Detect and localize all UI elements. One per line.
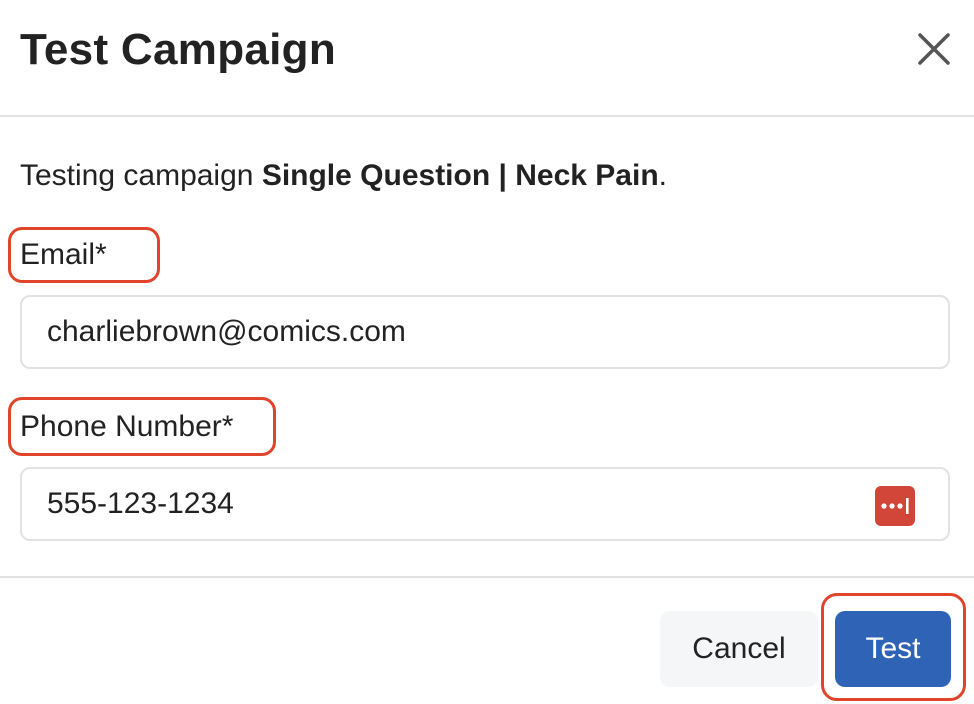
dialog-header: Test Campaign bbox=[0, 0, 974, 117]
dialog-body: Testing campaign Single Question | Neck … bbox=[0, 117, 974, 576]
close-button[interactable] bbox=[914, 29, 954, 69]
test-button[interactable]: Test bbox=[835, 611, 951, 687]
cancel-button[interactable]: Cancel bbox=[660, 611, 818, 687]
email-field[interactable] bbox=[20, 295, 950, 369]
dialog-footer: Cancel Test bbox=[0, 576, 974, 704]
email-label: Email* bbox=[20, 238, 107, 271]
dialog-title: Test Campaign bbox=[20, 25, 337, 74]
intro-suffix: . bbox=[658, 159, 667, 192]
campaign-name: Single Question | Neck Pain bbox=[261, 159, 659, 192]
phone-label: Phone Number* bbox=[20, 410, 234, 443]
test-campaign-dialog: Test Campaign Testing campaign Single Qu… bbox=[0, 0, 974, 704]
password-manager-icon[interactable] bbox=[875, 486, 915, 526]
intro-text: Testing campaign Single Question | Neck … bbox=[20, 157, 667, 195]
intro-prefix: Testing campaign bbox=[20, 159, 262, 192]
close-icon bbox=[918, 33, 950, 65]
password-dots-icon bbox=[881, 498, 909, 514]
phone-field[interactable] bbox=[20, 467, 950, 541]
